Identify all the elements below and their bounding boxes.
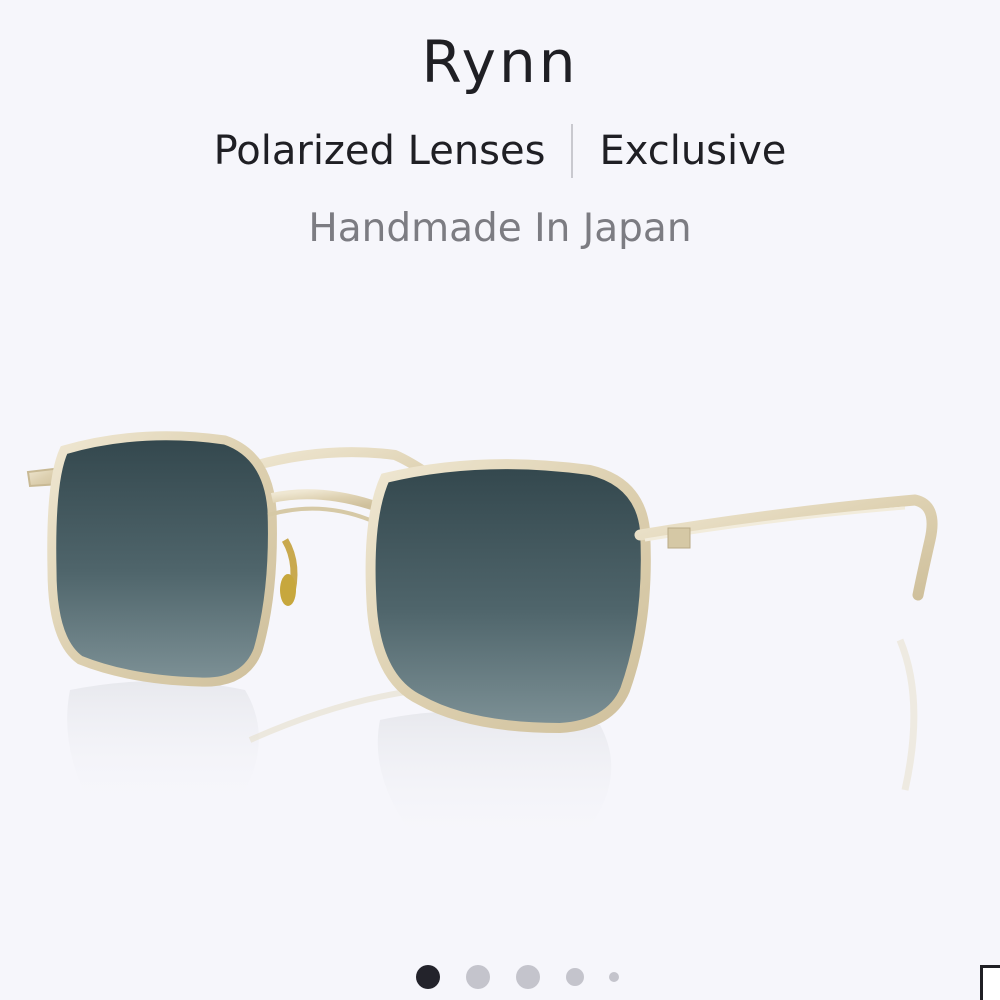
- gallery-dot-1[interactable]: [416, 965, 440, 989]
- right-lens: [365, 459, 651, 734]
- tag-polarized: Polarized Lenses: [213, 128, 546, 174]
- product-page: Rynn Polarized Lenses Exclusive Handmade…: [0, 0, 1000, 1000]
- gallery-dot-3[interactable]: [516, 965, 540, 989]
- overlay-panel-edge: [980, 965, 1000, 1000]
- left-lens: [47, 431, 277, 687]
- gallery-dot-5[interactable]: [609, 972, 619, 982]
- product-title: Rynn: [421, 28, 579, 96]
- gallery-dot-2[interactable]: [466, 965, 490, 989]
- tag-exclusive: Exclusive: [599, 128, 787, 174]
- gallery-dot-4[interactable]: [566, 968, 584, 986]
- product-origin: Handmade In Japan: [308, 206, 692, 251]
- tag-divider: [571, 124, 574, 178]
- product-image[interactable]: [0, 400, 1000, 880]
- product-tags: Polarized Lenses Exclusive: [0, 124, 1000, 178]
- gallery-pagination: [0, 962, 1000, 992]
